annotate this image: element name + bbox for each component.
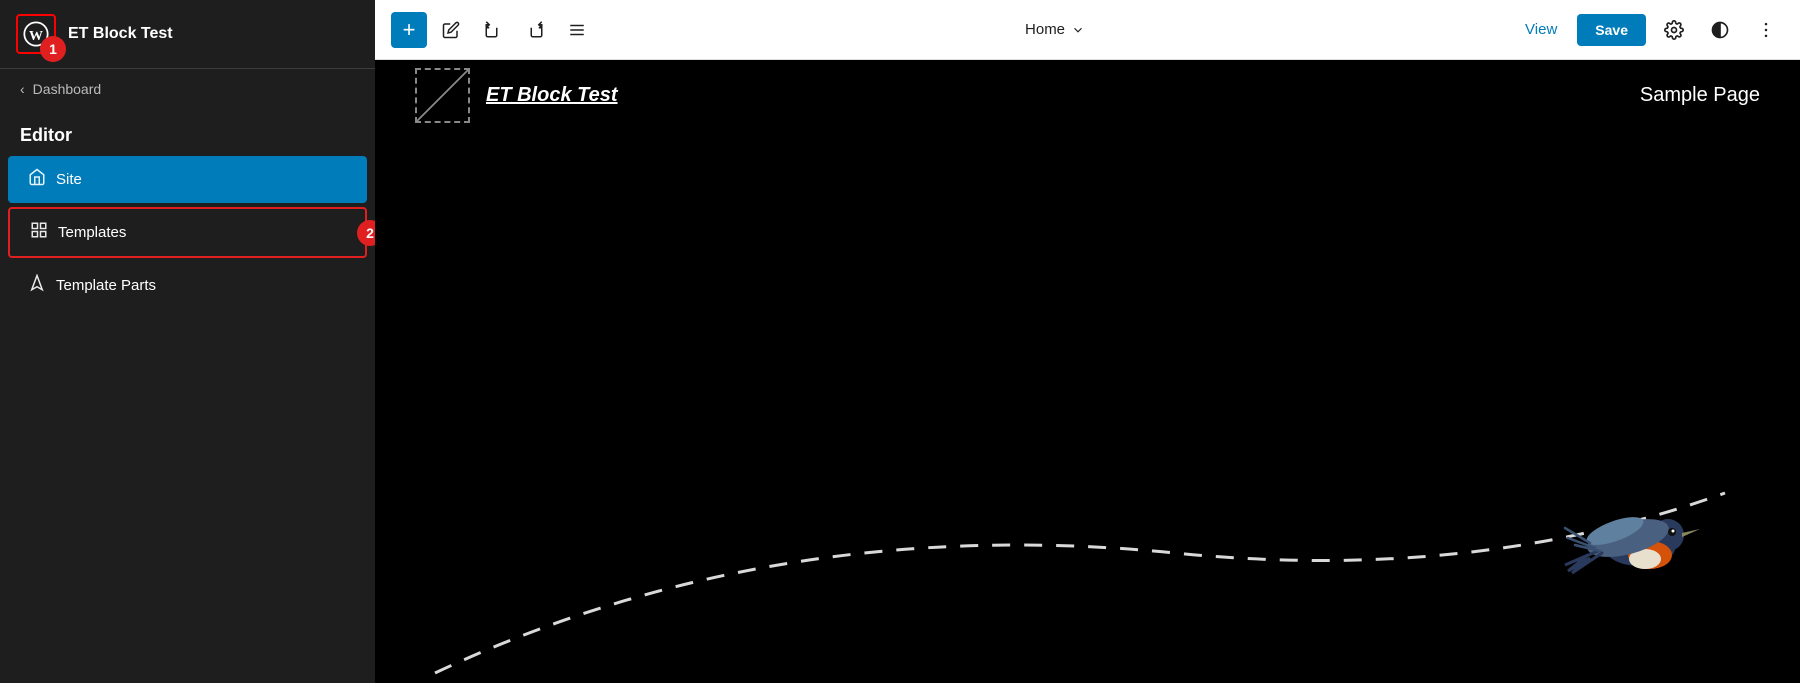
dashboard-link[interactable]: ‹ Dashboard (0, 69, 375, 109)
bird-container (1560, 483, 1720, 603)
template-parts-icon (28, 274, 46, 297)
contrast-button[interactable] (1702, 12, 1738, 48)
toolbar-right: View Save (1515, 12, 1784, 48)
sidebar-item-site[interactable]: Site (8, 156, 367, 203)
edit-button[interactable] (433, 12, 469, 48)
undo-button[interactable] (475, 12, 511, 48)
home-label: Home (1025, 21, 1065, 38)
sidebar-item-templates-label: Templates (58, 224, 126, 241)
wp-logo[interactable]: W 1 (16, 14, 56, 54)
save-button[interactable]: Save (1577, 14, 1646, 46)
templates-icon (30, 221, 48, 244)
dashboard-label: Dashboard (33, 81, 102, 97)
canvas-header-left: ET Block Test (415, 68, 618, 123)
site-title: ET Block Test (68, 25, 173, 43)
chevron-left-icon: ‹ (20, 81, 25, 97)
canvas: ET Block Test Sample Page (375, 60, 1800, 683)
canvas-nav-link: Sample Page (1640, 84, 1760, 107)
list-view-button[interactable] (559, 12, 595, 48)
sidebar-item-template-parts[interactable]: Template Parts (8, 262, 367, 309)
editor-label: Editor (0, 109, 375, 154)
logo-placeholder (415, 68, 470, 123)
view-button[interactable]: View (1515, 15, 1567, 44)
toolbar-left: + (391, 12, 595, 48)
home-icon (28, 168, 46, 191)
redo-button[interactable] (517, 12, 553, 48)
badge-1: 1 (40, 36, 66, 62)
canvas-site-name: ET Block Test (486, 84, 618, 107)
home-button[interactable]: Home (1015, 15, 1095, 44)
bird-svg (1560, 483, 1720, 603)
settings-button[interactable] (1656, 12, 1692, 48)
sidebar: W 1 ET Block Test ‹ Dashboard Editor Sit… (0, 0, 375, 683)
toolbar: + (375, 0, 1800, 60)
more-options-button[interactable] (1748, 12, 1784, 48)
sidebar-item-site-label: Site (56, 171, 82, 188)
add-button[interactable]: + (391, 12, 427, 48)
sidebar-item-templates[interactable]: Templates 2 (8, 207, 367, 258)
sidebar-header: W 1 ET Block Test (0, 0, 375, 69)
toolbar-center: Home (603, 15, 1507, 44)
canvas-header: ET Block Test Sample Page (375, 60, 1800, 130)
sidebar-item-template-parts-label: Template Parts (56, 277, 156, 294)
